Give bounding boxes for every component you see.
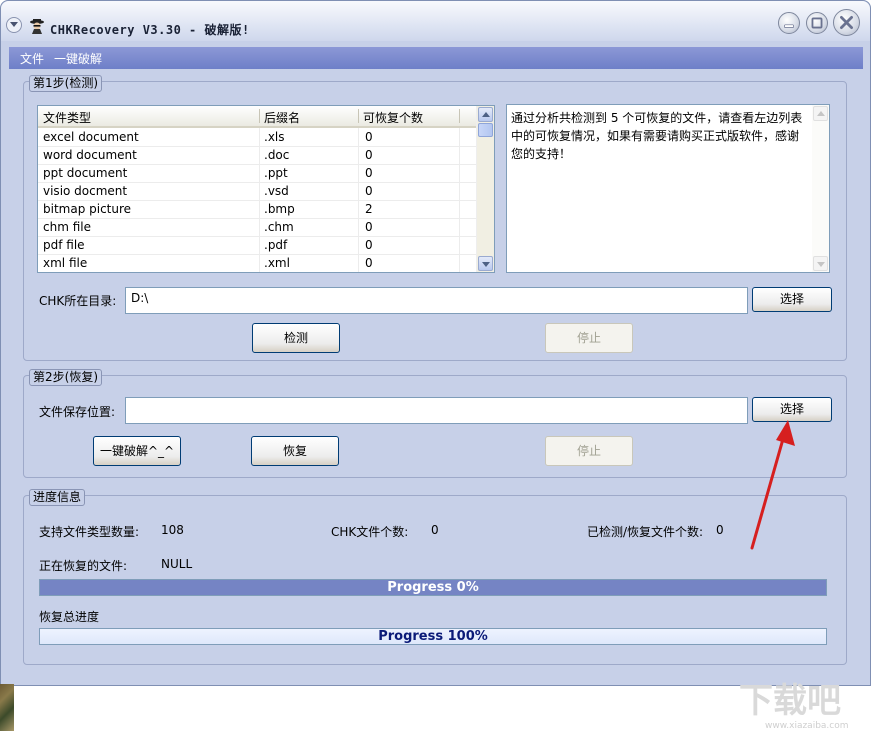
cell-extension: .chm: [264, 220, 294, 234]
chevron-up-icon: [817, 111, 825, 116]
watermark-logo: 下载吧 www.xiazaiba.com: [739, 681, 849, 731]
cell-count: 0: [365, 238, 373, 252]
chk-dir-label: CHK所在目录:: [39, 294, 117, 308]
maximize-button[interactable]: [806, 12, 828, 34]
scroll-down-button[interactable]: [478, 256, 493, 271]
table-row[interactable]: xml file .xml 0: [38, 254, 478, 272]
header-recoverable-count[interactable]: 可恢复个数: [363, 109, 423, 126]
header-file-type[interactable]: 文件类型: [43, 109, 91, 126]
cell-count: 0: [365, 166, 373, 180]
list-header: 文件类型 后缀名 可恢复个数: [38, 106, 478, 128]
chevron-down-icon: [817, 262, 825, 267]
file-progress-text: Progress 0%: [387, 580, 479, 595]
total-progress-bar: Progress 100%: [39, 628, 827, 645]
cell-count: 0: [365, 184, 373, 198]
recover-button[interactable]: 恢复: [251, 436, 339, 466]
watermark-url: www.xiazaiba.com: [765, 721, 849, 731]
menu-file[interactable]: 文件: [20, 50, 44, 67]
cell-count: 0: [365, 256, 373, 270]
list-scrollbar[interactable]: [476, 106, 494, 272]
maximize-icon: [811, 17, 823, 29]
table-row[interactable]: excel document .xls 0: [38, 128, 478, 147]
table-row[interactable]: pdf file .pdf 0: [38, 236, 478, 255]
file-type-list[interactable]: 文件类型 后缀名 可恢复个数 excel document .xls 0 word d…: [37, 105, 495, 273]
table-row[interactable]: word document .doc 0: [38, 146, 478, 165]
scroll-up-button[interactable]: [478, 107, 493, 122]
cell-file-type: ppt document: [43, 166, 128, 180]
chk-count-label: CHK文件个数:: [331, 525, 409, 539]
chevron-up-icon: [482, 112, 490, 117]
chk-dir-select-button[interactable]: 选择: [752, 287, 832, 312]
result-info-textarea[interactable]: 通过分析共检测到 5 个可恢复的文件，请查看左边列表中的可恢复情况，如果有需要请…: [506, 104, 830, 273]
header-divider[interactable]: [358, 109, 359, 123]
cell-extension: .bmp: [264, 202, 295, 216]
current-file-label: 正在恢复的文件:: [39, 559, 128, 573]
cell-extension: .xls: [264, 130, 285, 144]
current-file-value: NULL: [161, 557, 193, 571]
background-photo: [0, 684, 14, 731]
cell-count: 0: [365, 148, 373, 162]
chk-dir-input[interactable]: D:\: [125, 287, 748, 314]
file-progress-bar: Progress 0%: [39, 579, 827, 596]
header-divider[interactable]: [259, 109, 260, 123]
header-divider[interactable]: [459, 109, 460, 123]
chk-count-value: 0: [431, 523, 439, 537]
cell-count: 0: [365, 220, 373, 234]
minimize-icon: [784, 24, 794, 28]
save-location-input[interactable]: [125, 397, 748, 424]
scroll-up-button[interactable]: [813, 106, 828, 121]
step2-label: 第2步(恢复): [29, 369, 102, 386]
cell-extension: .doc: [264, 148, 290, 162]
spy-icon: [30, 19, 44, 34]
cell-count: 2: [365, 202, 373, 216]
menu-bar: 文件 一键破解: [9, 47, 863, 69]
cell-file-type: excel document: [43, 130, 139, 144]
result-info-text: 通过分析共检测到 5 个可恢复的文件，请查看左边列表中的可恢复情况，如果有需要请…: [511, 111, 803, 161]
total-progress-label: 恢复总进度: [39, 610, 100, 624]
detect-button[interactable]: 检测: [252, 323, 340, 353]
scroll-thumb[interactable]: [478, 123, 493, 137]
table-row[interactable]: bitmap picture .bmp 2: [38, 200, 478, 219]
step1-label: 第1步(检测): [29, 75, 102, 92]
cell-file-type: word document: [43, 148, 137, 162]
title-bar[interactable]: CHKRecovery V3.30 - 破解版!: [1, 1, 870, 41]
cell-count: 0: [365, 130, 373, 144]
close-icon: [840, 16, 853, 29]
info-scrollbar[interactable]: [812, 105, 829, 272]
one-click-crack-button[interactable]: 一键破解^_^: [93, 436, 181, 466]
recover-stop-button[interactable]: 停止: [545, 436, 633, 466]
cell-file-type: pdf file: [43, 238, 85, 252]
detected-count-label: 已检测/恢复文件个数:: [587, 525, 704, 539]
chevron-down-icon: [482, 262, 490, 267]
window-title: CHKRecovery V3.30 - 破解版!: [50, 23, 250, 37]
cell-extension: .vsd: [264, 184, 289, 198]
cell-file-type: bitmap picture: [43, 202, 132, 216]
cell-file-type: xml file: [43, 256, 88, 270]
cell-extension: .xml: [264, 256, 290, 270]
save-location-label: 文件保存位置:: [39, 405, 116, 419]
progress-label: 进度信息: [29, 489, 86, 506]
table-row[interactable]: chm file .chm 0: [38, 218, 478, 237]
header-extension[interactable]: 后缀名: [264, 109, 300, 126]
cell-extension: .pdf: [264, 238, 288, 252]
menu-one-click-crack[interactable]: 一键破解: [54, 50, 102, 67]
app-window: CHKRecovery V3.30 - 破解版! 文件 一键破解 第1步(检测)…: [0, 0, 871, 686]
cell-extension: .ppt: [264, 166, 288, 180]
supported-types-value: 108: [161, 523, 184, 537]
cell-file-type: visio docment: [43, 184, 128, 198]
total-progress-text: Progress 100%: [378, 629, 488, 644]
detect-stop-button[interactable]: 停止: [545, 323, 633, 353]
detected-count-value: 0: [716, 523, 724, 537]
watermark-text: 下载吧: [739, 681, 841, 721]
scroll-down-button[interactable]: [813, 256, 828, 271]
minimize-button[interactable]: [778, 12, 800, 34]
cell-file-type: chm file: [43, 220, 91, 234]
red-arrow-icon: [750, 420, 795, 550]
table-row[interactable]: visio docment .vsd 0: [38, 182, 478, 201]
chevron-down-icon[interactable]: [6, 17, 22, 33]
table-row[interactable]: ppt document .ppt 0: [38, 164, 478, 183]
close-button[interactable]: [833, 9, 860, 36]
supported-types-label: 支持文件类型数量:: [39, 525, 140, 539]
